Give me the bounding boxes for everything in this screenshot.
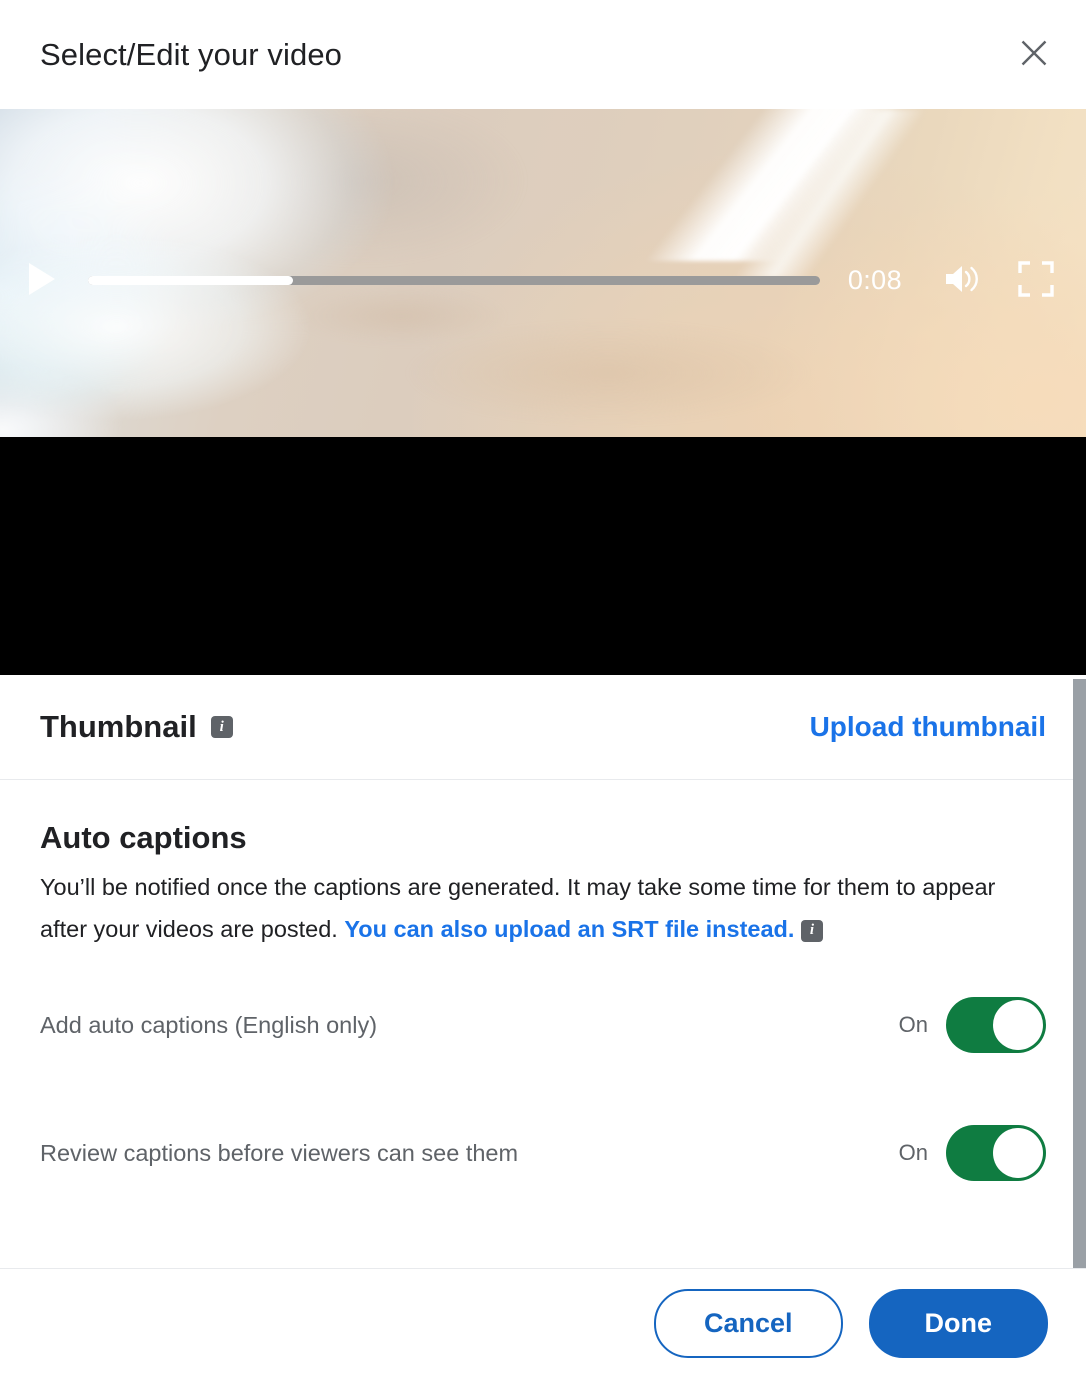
video-player[interactable]: 0:08 [0, 109, 1086, 675]
dialog-body: Thumbnail i Upload thumbnail Auto captio… [0, 675, 1086, 1268]
fullscreen-icon [1017, 260, 1055, 301]
toggle-control-review-captions: On [899, 1125, 1046, 1181]
upload-srt-link[interactable]: You can also upload an SRT file instead. [344, 916, 794, 942]
video-progress-bar[interactable] [88, 275, 820, 285]
toggle-control-auto-captions: On [899, 997, 1046, 1053]
dialog-footer: Cancel Done [0, 1268, 1086, 1378]
thumbnail-title: Thumbnail [40, 709, 197, 744]
play-icon [28, 262, 56, 299]
vertical-scrollbar[interactable] [1073, 679, 1086, 1268]
info-icon[interactable]: i [800, 919, 823, 942]
done-button[interactable]: Done [868, 1289, 1048, 1358]
upload-thumbnail-link[interactable]: Upload thumbnail [810, 711, 1046, 743]
toggle-switch-auto-captions[interactable] [946, 997, 1046, 1053]
close-icon [1017, 36, 1051, 73]
toggle-state-review-captions: On [898, 1140, 928, 1165]
sea-foam-edge [0, 219, 460, 437]
toggle-row-review-captions: Review captions before viewers can see t… [40, 1120, 1046, 1186]
auto-captions-description: You’ll be notified once the captions are… [40, 866, 1046, 950]
toggle-label-auto-captions: Add auto captions (English only) [40, 1011, 378, 1038]
volume-on-icon [942, 261, 982, 300]
dialog-header: Select/Edit your video [0, 0, 1086, 109]
toggle-switch-review-captions[interactable] [946, 1125, 1046, 1181]
info-icon[interactable]: i [210, 716, 233, 738]
toggle-row-auto-captions: Add auto captions (English only) On [40, 992, 1046, 1058]
toggle-label-review-captions: Review captions before viewers can see t… [40, 1139, 519, 1166]
video-progress-fill [88, 275, 293, 285]
thumbnail-heading-group: Thumbnail i [40, 709, 233, 745]
toggle-knob [993, 1128, 1043, 1178]
play-button[interactable] [28, 262, 58, 299]
close-button[interactable] [1010, 31, 1058, 79]
auto-captions-title: Auto captions [40, 820, 247, 855]
page-title: Select/Edit your video [40, 36, 343, 72]
foam-streak-secondary [700, 109, 960, 279]
thumbnail-section: Thumbnail i Upload thumbnail [0, 675, 1086, 780]
video-time-label: 0:08 [847, 264, 902, 295]
fullscreen-button[interactable] [1014, 260, 1058, 300]
select-edit-video-dialog: Select/Edit your video 0:08 Thumbnail i … [0, 0, 1086, 1378]
toggle-state-auto-captions: On [898, 1012, 928, 1037]
video-controls: 0:08 [0, 258, 1086, 302]
auto-captions-section: Auto captions You’ll be notified once th… [0, 780, 1086, 1186]
cancel-button[interactable]: Cancel [653, 1289, 843, 1358]
toggle-knob [993, 1000, 1043, 1050]
volume-button[interactable] [940, 260, 984, 300]
